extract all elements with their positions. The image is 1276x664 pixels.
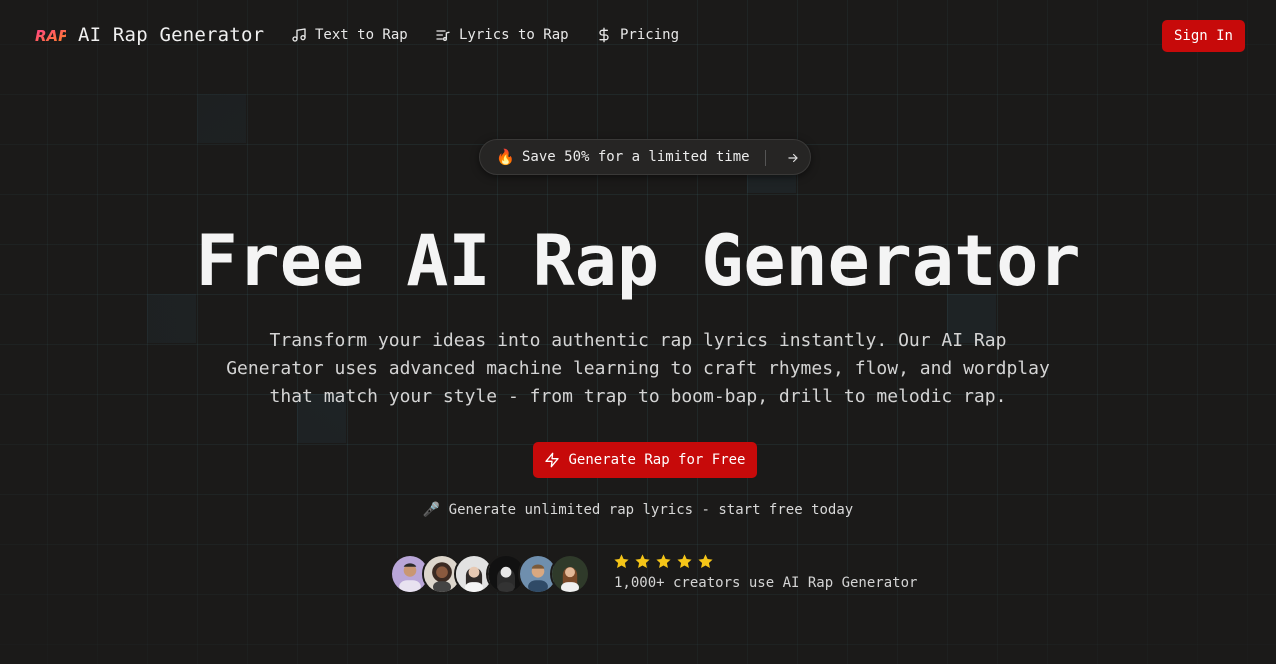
logo-icon[interactable]: RAP <box>34 24 66 46</box>
free-note: 🎤 Generate unlimited rap lyrics - start … <box>0 502 1276 518</box>
generate-rap-button[interactable]: Generate Rap for Free <box>533 442 757 478</box>
nav-pricing[interactable]: Pricing <box>596 27 679 43</box>
brand-name[interactable]: AI Rap Generator <box>78 24 264 46</box>
site-header: RAP AI Rap Generator Text to Rap Lyrics … <box>0 0 1276 72</box>
nav-text-to-rap[interactable]: Text to Rap <box>291 27 408 43</box>
nav-lyrics-to-rap[interactable]: Lyrics to Rap <box>435 27 569 43</box>
nav-label: Lyrics to Rap <box>459 27 569 43</box>
hero-subtitle: Transform your ideas into authentic rap … <box>226 330 1050 407</box>
star-icon <box>614 554 629 568</box>
promo-text: Save 50% for a limited time <box>522 149 750 165</box>
creators-count-text: 1,000+ creators use AI Rap Generator <box>614 575 918 591</box>
star-icon <box>635 554 650 568</box>
nav-label: Text to Rap <box>315 27 408 43</box>
note-text: Generate unlimited rap lyrics - start fr… <box>448 502 854 518</box>
cta-label: Generate Rap for Free <box>568 452 746 468</box>
nav-label: Pricing <box>620 27 680 43</box>
star-icon <box>677 554 692 568</box>
dollar-icon <box>599 27 609 43</box>
rating-stars <box>613 553 714 570</box>
sign-in-button[interactable]: Sign In <box>1162 20 1245 52</box>
lightning-icon <box>545 452 560 468</box>
arrow-right-icon <box>788 153 798 163</box>
avatar <box>550 554 590 594</box>
fire-icon: 🔥 <box>496 148 515 166</box>
promo-banner[interactable]: 🔥 Save 50% for a limited time <box>479 139 811 175</box>
list-music-icon <box>436 30 450 41</box>
star-icon <box>656 554 671 568</box>
music-note-icon <box>292 28 306 42</box>
star-icon <box>698 554 713 568</box>
hero-title: Free AI Rap Generator <box>195 220 1081 302</box>
microphone-icon: 🎤 <box>422 502 441 518</box>
promo-divider <box>765 150 766 166</box>
logo-text: RAP <box>35 27 66 45</box>
